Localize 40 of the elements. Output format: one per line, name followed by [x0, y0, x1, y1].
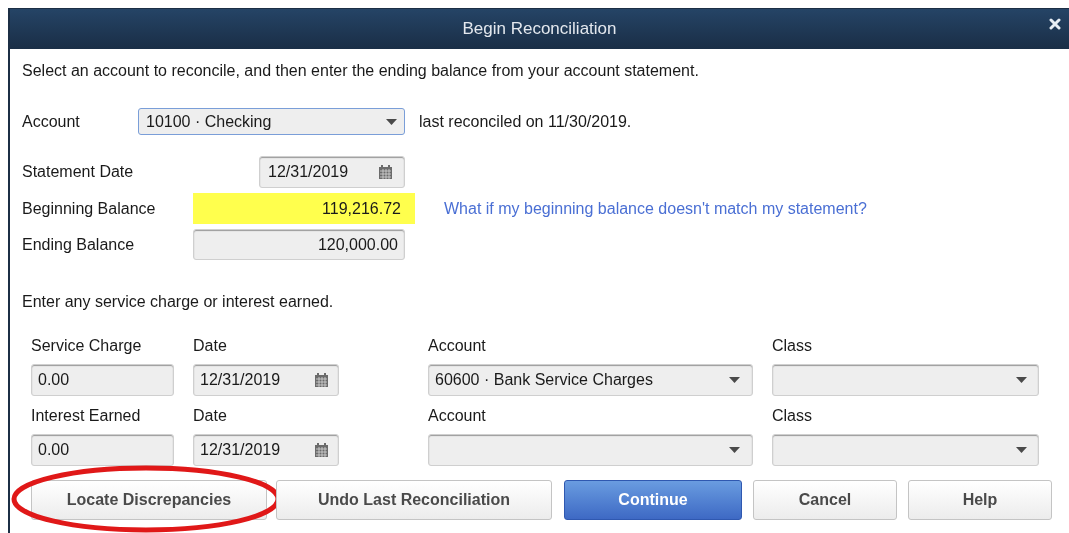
amount-field[interactable]: 120,000.00 — [193, 229, 405, 260]
dropdown-caret-icon[interactable] — [1016, 447, 1027, 453]
help-link[interactable]: What if my beginning balance doesn't match my statement? — [444, 196, 867, 221]
account-dropdown[interactable]: 60600 · Bank Service Charges — [428, 364, 753, 396]
window-title: Begin Reconciliation — [462, 18, 617, 41]
amount-field[interactable]: 0.00 — [31, 434, 174, 466]
section-prompt: Enter any service charge or interest earned. — [22, 292, 335, 312]
dropdown-caret-icon[interactable] — [386, 118, 397, 125]
calendar-icon[interactable] — [315, 443, 328, 457]
date-field[interactable]: 12/31/2019 — [193, 434, 339, 466]
field-label: Ending Balance — [22, 234, 136, 255]
dropdown-caret-icon[interactable] — [729, 377, 740, 383]
close-icon[interactable] — [1049, 18, 1061, 30]
field-label: Date — [193, 336, 228, 356]
instructions-text: Select an account to reconcile, and then enter the ending balance from your account statement. — [22, 61, 700, 81]
field-label: Beginning Balance — [22, 198, 157, 219]
dropdown-caret-icon[interactable] — [1016, 377, 1027, 383]
field-label: Statement Date — [22, 162, 135, 182]
dialog-button[interactable]: Continue — [564, 480, 742, 520]
field-label: Interest Earned — [31, 406, 142, 426]
dialog-button[interactable]: Cancel — [753, 480, 897, 520]
dropdown-caret-icon[interactable] — [729, 447, 740, 453]
field-label: Service Charge — [31, 336, 143, 356]
dialog-button[interactable]: Help — [908, 480, 1052, 520]
calendar-icon[interactable] — [379, 165, 392, 179]
amount-field[interactable]: 0.00 — [31, 364, 174, 396]
date-field[interactable]: 12/31/2019 — [259, 156, 405, 188]
field-label: Account — [428, 406, 487, 426]
account-dropdown[interactable]: 10100 · Checking — [138, 108, 405, 135]
last-reconciled-text: last reconciled on 11/30/2019. — [419, 111, 632, 132]
field-label: Account — [22, 111, 81, 132]
field-label: Date — [193, 406, 228, 426]
dialog-button[interactable]: Undo Last Reconciliation — [276, 480, 552, 520]
calendar-icon[interactable] — [315, 373, 328, 387]
field-label: Account — [428, 336, 487, 356]
date-field[interactable]: 12/31/2019 — [193, 364, 339, 396]
field-label: Class — [772, 406, 813, 426]
field-label: Class — [772, 336, 813, 356]
dialog-button[interactable]: Locate Discrepancies — [31, 480, 267, 520]
amount-field[interactable]: 119,216.72 — [193, 193, 415, 224]
